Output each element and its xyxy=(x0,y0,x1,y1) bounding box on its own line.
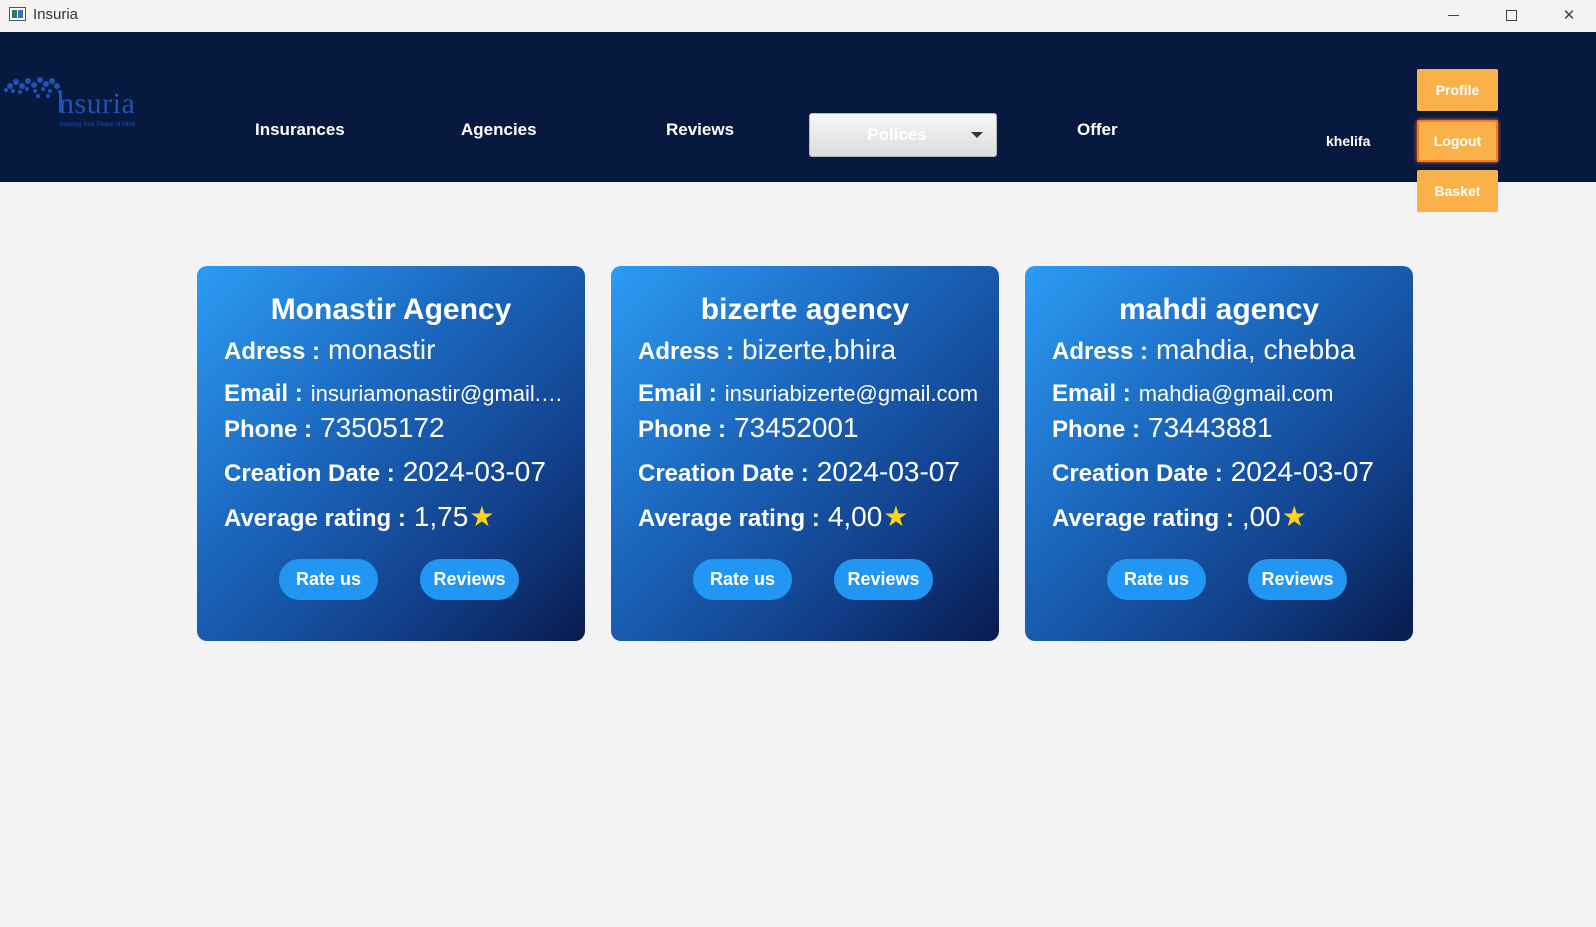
insuria-logo[interactable]: nsuria Insuring Your Peace of Mind xyxy=(2,74,152,134)
average-rating-label: Average rating : xyxy=(1052,505,1234,532)
average-rating-label: Average rating : xyxy=(638,505,820,532)
agency-name: bizerte agency xyxy=(700,293,910,326)
agency-email-row: Email : mahdia@gmail.com xyxy=(1052,380,1333,408)
average-rating-value: 4,00 xyxy=(827,501,883,532)
reviews-button[interactable]: Reviews xyxy=(1248,559,1347,600)
rate-us-button[interactable]: Rate us xyxy=(1107,559,1206,600)
reviews-button[interactable]: Reviews xyxy=(420,559,519,600)
agency-card: mahdi agency Adress : mahdia, chebba Ema… xyxy=(1025,266,1413,641)
agency-email-row: Email : insuriamonastir@gmail.c... xyxy=(224,380,569,408)
star-icon: ★ xyxy=(469,501,495,532)
adress-value: monastir xyxy=(328,334,436,365)
agency-rating-row: Average rating : 1,75 ★ xyxy=(224,500,494,533)
phone-label: Phone : xyxy=(1052,416,1140,443)
phone-value: 73452001 xyxy=(734,412,859,443)
username-label: khelifa xyxy=(1326,133,1371,149)
agency-rating-row: Average rating : 4,00 ★ xyxy=(638,500,908,533)
agency-phone-row: Phone : 73443881 xyxy=(1052,412,1273,444)
close-button[interactable]: ✕ xyxy=(1540,0,1596,30)
creation-date-label: Creation Date : xyxy=(224,460,395,487)
phone-label: Phone : xyxy=(224,416,312,443)
agency-adress-row: Adress : mahdia, chebba xyxy=(1052,334,1355,366)
agency-adress-row: Adress : bizerte,bhira xyxy=(638,334,896,366)
chevron-down-icon xyxy=(971,132,983,138)
adress-value: bizerte,bhira xyxy=(742,334,897,365)
agency-card: bizerte agency Adress : bizerte,bhira Em… xyxy=(611,266,999,641)
rate-us-button[interactable]: Rate us xyxy=(693,559,792,600)
email-value: insuriabizerte@gmail.com xyxy=(724,381,979,406)
maximize-icon xyxy=(1505,9,1517,21)
adress-label: Adress : xyxy=(224,338,321,365)
app-icon xyxy=(9,7,26,21)
adress-label: Adress : xyxy=(1052,338,1149,365)
nav-agencies[interactable]: Agencies xyxy=(461,120,537,140)
email-value: mahdia@gmail.com xyxy=(1138,381,1334,406)
creation-date-label: Creation Date : xyxy=(638,460,809,487)
agency-adress-row: Adress : monastir xyxy=(224,334,435,366)
logo-tagline: Insuring Your Peace of Mind xyxy=(60,122,136,128)
agency-date-row: Creation Date : 2024-03-07 xyxy=(224,456,546,488)
average-rating-value: 1,75 xyxy=(413,501,469,532)
creation-date-value: 2024-03-07 xyxy=(402,456,546,487)
nav-reviews[interactable]: Reviews xyxy=(666,120,734,140)
email-label: Email : xyxy=(224,380,303,407)
average-rating-value: ,00 xyxy=(1241,501,1281,532)
polices-dropdown[interactable]: Polices xyxy=(809,113,997,157)
email-label: Email : xyxy=(1052,380,1131,407)
nav-insurances[interactable]: Insurances xyxy=(255,120,345,140)
window-title: Insuria xyxy=(33,6,79,23)
star-icon: ★ xyxy=(1281,501,1307,532)
agency-date-row: Creation Date : 2024-03-07 xyxy=(638,456,960,488)
minimize-button[interactable] xyxy=(1424,0,1482,30)
star-icon: ★ xyxy=(883,501,909,532)
creation-date-label: Creation Date : xyxy=(1052,460,1223,487)
close-icon: ✕ xyxy=(1562,7,1576,24)
nav-offer[interactable]: Offer xyxy=(1077,120,1118,140)
phone-value: 73505172 xyxy=(320,412,445,443)
adress-value: mahdia, chebba xyxy=(1156,334,1356,365)
agency-rating-row: Average rating : ,00 ★ xyxy=(1052,500,1307,533)
app-header: nsuria Insuring Your Peace of Mind Insur… xyxy=(0,32,1596,212)
polices-dropdown-label: Polices xyxy=(867,125,927,144)
phone-value: 73443881 xyxy=(1148,412,1273,443)
maximize-button[interactable] xyxy=(1482,0,1540,30)
agency-card: Monastir Agency Adress : monastir Email … xyxy=(197,266,585,641)
basket-button[interactable]: Basket xyxy=(1417,170,1498,212)
minimize-icon xyxy=(1447,14,1459,16)
phone-label: Phone : xyxy=(638,416,726,443)
window-titlebar: Insuria ✕ xyxy=(0,0,1596,32)
average-rating-label: Average rating : xyxy=(224,505,406,532)
agency-phone-row: Phone : 73452001 xyxy=(638,412,859,444)
creation-date-value: 2024-03-07 xyxy=(1230,456,1374,487)
rate-us-button[interactable]: Rate us xyxy=(279,559,378,600)
agency-name: mahdi agency xyxy=(1118,293,1320,326)
agency-email-row: Email : insuriabizerte@gmail.com xyxy=(638,380,978,408)
profile-button[interactable]: Profile xyxy=(1417,69,1498,111)
adress-label: Adress : xyxy=(638,338,735,365)
agency-date-row: Creation Date : 2024-03-07 xyxy=(1052,456,1374,488)
agency-name: Monastir Agency xyxy=(270,293,512,326)
reviews-button[interactable]: Reviews xyxy=(834,559,933,600)
creation-date-value: 2024-03-07 xyxy=(816,456,960,487)
agency-phone-row: Phone : 73505172 xyxy=(224,412,445,444)
email-value: insuriamonastir@gmail.c... xyxy=(310,381,569,406)
logo-text: nsuria xyxy=(59,87,136,120)
logout-button[interactable]: Logout xyxy=(1417,120,1498,162)
email-label: Email : xyxy=(638,380,717,407)
